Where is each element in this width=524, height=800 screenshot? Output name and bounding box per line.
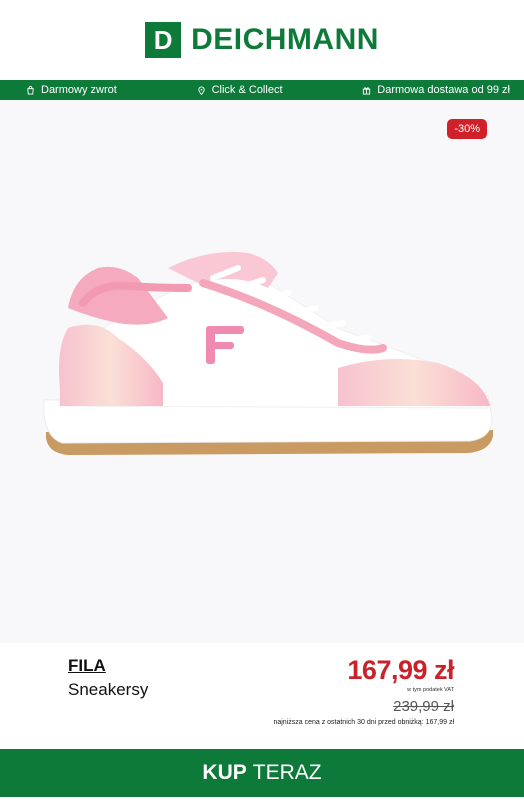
promo-label-click-collect: Click & Collect <box>211 84 283 96</box>
brand-link[interactable]: FILA <box>68 656 106 676</box>
product-image-sneaker <box>43 252 493 455</box>
buy-now-button[interactable]: KUP TERAZ <box>0 749 524 797</box>
vat-note: w tym podatek VAT <box>407 687 454 693</box>
logo-text: DEICHMANN <box>191 23 379 56</box>
promo-item-free-return[interactable]: Darmowy zwrot <box>26 84 117 96</box>
discount-badge: -30% <box>447 119 487 139</box>
deichmann-logo[interactable]: D DEICHMANN <box>145 22 379 58</box>
return-bag-icon <box>27 85 34 95</box>
promo-item-click-collect[interactable]: Click & Collect <box>197 84 283 96</box>
gift-box-icon <box>363 86 371 95</box>
promo-bar: Darmowy zwrot Click & Collect Darmowa do… <box>0 80 524 100</box>
old-price: 239,99 zł <box>393 698 454 715</box>
buy-now-rest: TERAZ <box>252 761 322 784</box>
current-price: 167,99 zł <box>347 655 454 685</box>
product-name: Sneakersy <box>68 680 149 699</box>
product-info: FILA Sneakersy 167,99 zł w tym podatek V… <box>0 643 524 749</box>
promo-item-free-delivery[interactable]: Darmowa dostawa od 99 zł <box>362 84 510 96</box>
location-pin-icon <box>197 86 205 95</box>
logo-mark: D <box>145 22 182 58</box>
buy-now-strong: KUP <box>202 761 247 784</box>
promo-label-free-return: Darmowy zwrot <box>41 84 117 96</box>
promo-label-free-delivery: Darmowa dostawa od 99 zł <box>377 84 510 96</box>
header: D DEICHMANN <box>0 0 524 80</box>
product-image-area[interactable]: -30% <box>0 100 524 643</box>
lowest-price-note: najniższa cena z ostatnich 30 dni przed … <box>273 719 454 726</box>
